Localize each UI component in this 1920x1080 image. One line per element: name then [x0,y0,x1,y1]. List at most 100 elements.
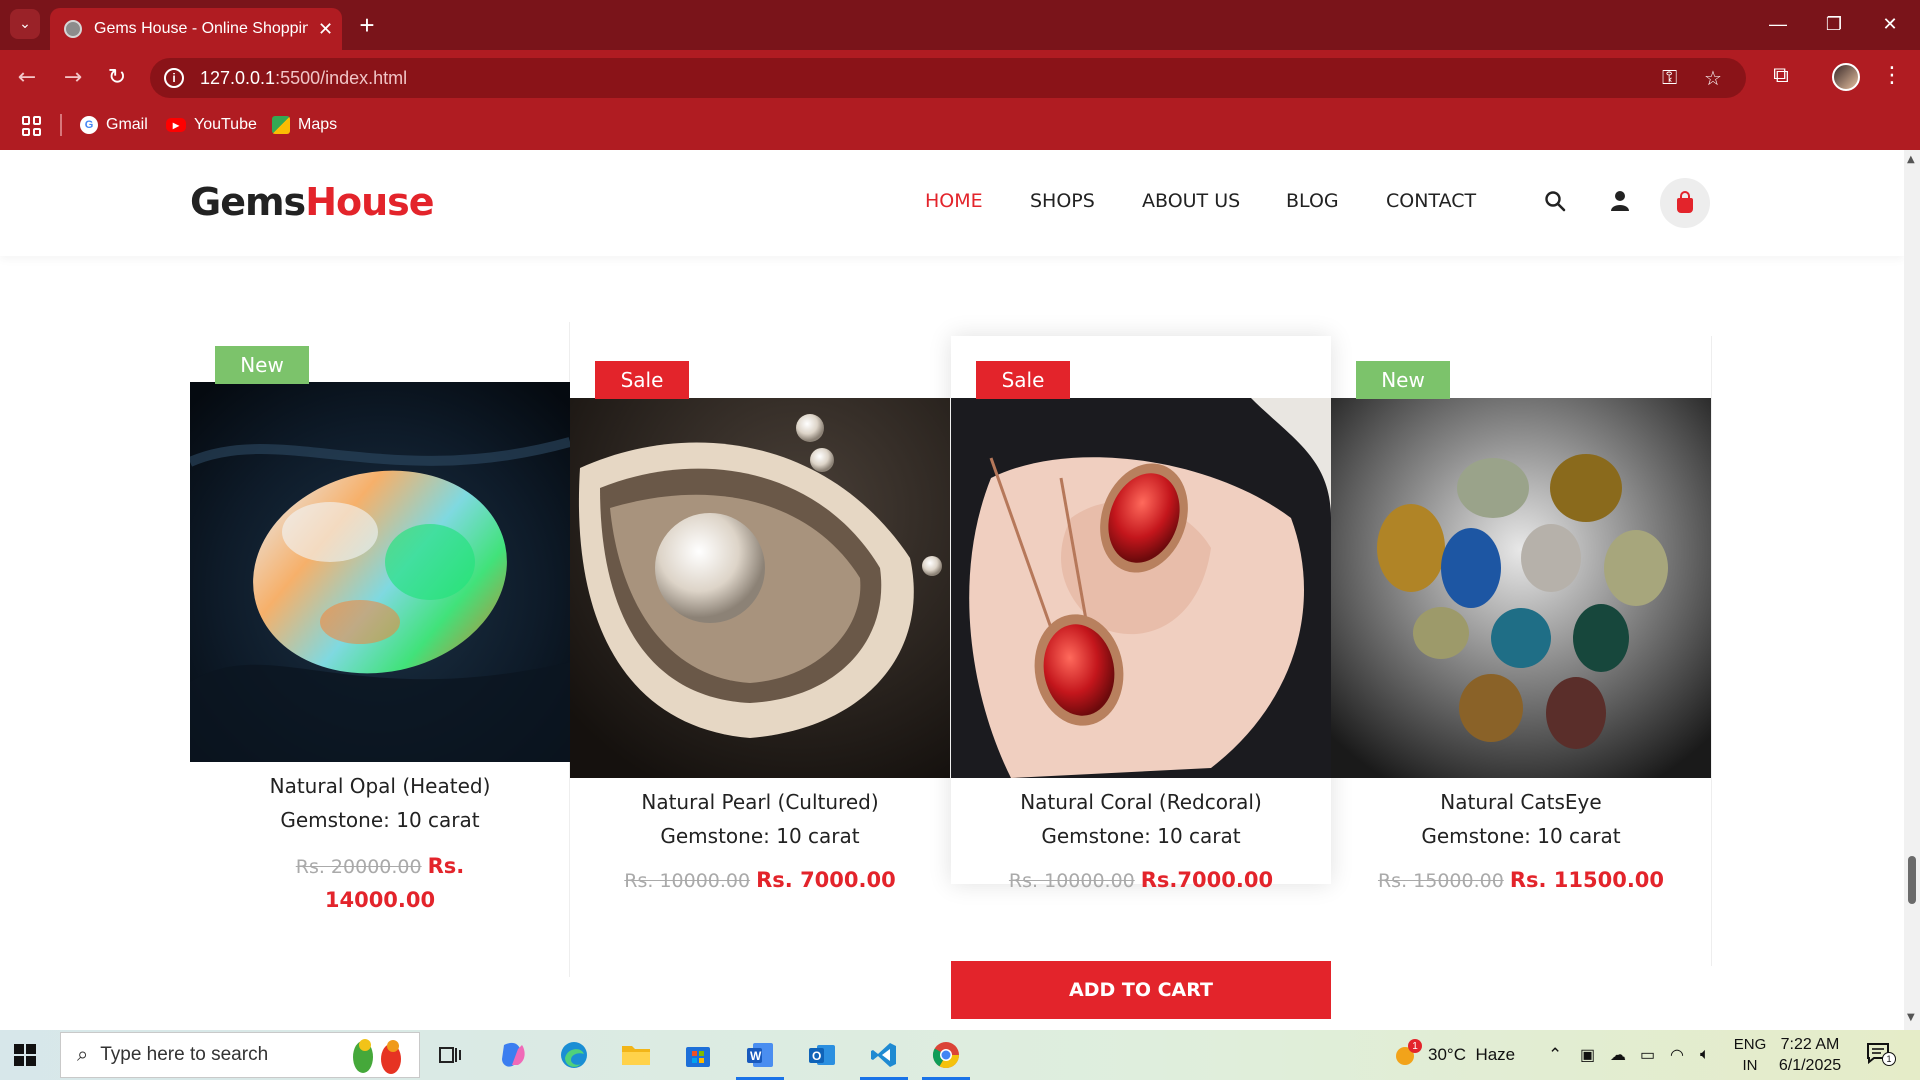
user-icon[interactable] [1605,186,1635,216]
cart-button[interactable] [1660,178,1710,228]
meet-now-icon[interactable]: ▣ [1580,1030,1595,1080]
browser-menu-icon[interactable]: ⋮ [1880,60,1904,90]
product-name[interactable]: Natural CatsEye [1331,790,1711,814]
product-price: Rs. 10000.00 Rs. 7000.00 [570,864,950,898]
page-scrollbar[interactable]: ▲ ▼ [1904,150,1920,1030]
windows-taskbar: ⌕ Type here to search W O 1 30°C Haze ⌃ … [0,1030,1920,1080]
sale-price: Rs. 7000.00 [756,868,896,892]
extensions-icon[interactable]: ⧉ [1766,60,1796,90]
logo-text-primary: Gems [190,180,306,224]
sale-price: Rs. 11500.00 [1509,868,1665,892]
close-tab-icon[interactable]: ✕ [318,19,333,40]
wifi-icon[interactable]: ◠ [1670,1030,1684,1080]
web-page: GemsHouse HOME SHOPS ABOUT US BLOG CONTA… [0,150,1904,1030]
weather-temp: 30°C [1428,1045,1466,1064]
product-image-coral[interactable] [951,398,1331,778]
bookmarks-bar: G Gmail ▶ YouTube Maps [0,100,1920,150]
site-info-icon[interactable]: i [164,68,184,88]
vscode-icon[interactable] [866,1037,902,1073]
taskbar-search-box[interactable]: ⌕ Type here to search [60,1032,420,1078]
product-image-pearl[interactable] [570,398,950,778]
microsoft-store-icon[interactable] [680,1037,716,1073]
nav-about-us[interactable]: ABOUT US [1142,190,1240,212]
edge-icon[interactable] [556,1037,592,1073]
show-hidden-icons-chevron-icon[interactable]: ⌃ [1548,1030,1562,1080]
new-tab-button[interactable]: + [352,10,382,40]
back-button[interactable]: ← [10,60,44,94]
restore-button[interactable]: ❐ [1806,8,1862,40]
bookmark-label: Gmail [106,116,148,133]
badge-sale: Sale [595,361,689,399]
product-price: Rs. 20000.00 Rs. 14000.00 [190,850,570,917]
nav-contact[interactable]: CONTACT [1386,190,1476,212]
product-image-opal[interactable] [190,382,570,762]
youtube-icon: ▶ [166,118,186,132]
word-icon[interactable]: W [742,1037,778,1073]
product-name[interactable]: Natural Opal (Heated) [190,774,570,798]
bookmark-youtube[interactable]: ▶ YouTube [166,112,257,138]
file-explorer-icon[interactable] [618,1037,654,1073]
copilot-icon[interactable] [495,1037,531,1073]
profile-avatar[interactable] [1832,63,1860,91]
chrome-icon[interactable] [928,1037,964,1073]
battery-icon[interactable]: ▭ [1640,1030,1655,1080]
globe-icon [64,20,82,38]
bookmark-maps[interactable]: Maps [272,112,337,138]
product-price: Rs. 15000.00 Rs. 11500.00 [1331,864,1711,898]
svg-text:W: W [750,1049,762,1063]
bookmark-separator [60,114,62,136]
bookmark-label: YouTube [194,116,257,133]
speaker-icon[interactable]: 🔈︎ [1700,1030,1710,1080]
onedrive-icon[interactable]: ☁ [1610,1030,1626,1080]
google-icon: G [80,116,98,134]
product-spec: Gemstone: 10 carat [1421,824,1621,848]
scrollbar-thumb[interactable] [1908,856,1916,904]
nav-home[interactable]: HOME [925,190,983,212]
weather-sun-icon: 1 [1394,1039,1422,1067]
old-price: Rs. 10000.00 [1008,870,1135,892]
minimize-button[interactable]: — [1750,8,1806,40]
browser-tab-bar: ⌄ Gems House - Online Shopping ✕ + — ❐ ✕ [0,0,1920,50]
old-price: Rs. 20000.00 [295,856,422,878]
scroll-down-arrow-icon[interactable]: ▼ [1907,1012,1915,1023]
product-image-catseye[interactable] [1331,398,1711,778]
notifications-icon[interactable]: 1 [1866,1042,1896,1068]
tab-search-button[interactable]: ⌄ [10,9,40,39]
maps-icon [272,116,290,134]
system-clock[interactable]: 7:22 AM 6/1/2025 [1760,1034,1860,1076]
tab-title: Gems House - Online Shopping [94,20,308,37]
forward-button[interactable]: → [56,60,90,94]
card-divider [1711,336,1712,966]
add-to-cart-button[interactable]: ADD TO CART [951,961,1331,1019]
parrots-icon [353,1039,401,1074]
site-logo[interactable]: GemsHouse [190,180,435,224]
old-price: Rs. 10000.00 [624,870,751,892]
badge-new: New [1356,361,1450,399]
product-name[interactable]: Natural Coral (Redcoral) [951,790,1331,814]
task-view-icon[interactable] [432,1037,468,1073]
browser-tab[interactable]: Gems House - Online Shopping ✕ [50,8,342,50]
reload-button[interactable]: ↻ [100,60,134,94]
product-price: Rs. 10000.00 Rs.7000.00 [951,864,1331,898]
taskbar-search-placeholder: Type here to search [100,1044,269,1065]
weather-alert-badge: 1 [1408,1039,1422,1053]
password-key-icon[interactable]: ⚿ [1662,58,1677,98]
search-icon[interactable] [1540,186,1570,216]
bookmark-gmail[interactable]: G Gmail [80,112,148,138]
nav-shops[interactable]: SHOPS [1030,190,1095,212]
product-spec: Gemstone: 10 carat [660,824,860,848]
weather-widget[interactable]: 1 30°C Haze [1394,1030,1515,1080]
search-icon: ⌕ [77,1043,89,1066]
address-bar[interactable]: i 127.0.0.1:5500/index.html ⚿ ☆ [150,58,1746,98]
apps-grid-icon[interactable] [22,116,42,136]
close-window-button[interactable]: ✕ [1862,8,1918,40]
product-name[interactable]: Natural Pearl (Cultured) [570,790,950,814]
shopping-bag-icon [1677,190,1693,213]
bookmark-star-icon[interactable]: ☆ [1704,58,1722,98]
svg-text:O: O [812,1049,821,1063]
scroll-up-arrow-icon[interactable]: ▲ [1907,154,1915,165]
outlook-icon[interactable]: O [804,1037,840,1073]
nav-blog[interactable]: BLOG [1286,190,1339,212]
site-header: GemsHouse HOME SHOPS ABOUT US BLOG CONTA… [0,150,1904,256]
windows-start-icon[interactable] [14,1044,36,1066]
